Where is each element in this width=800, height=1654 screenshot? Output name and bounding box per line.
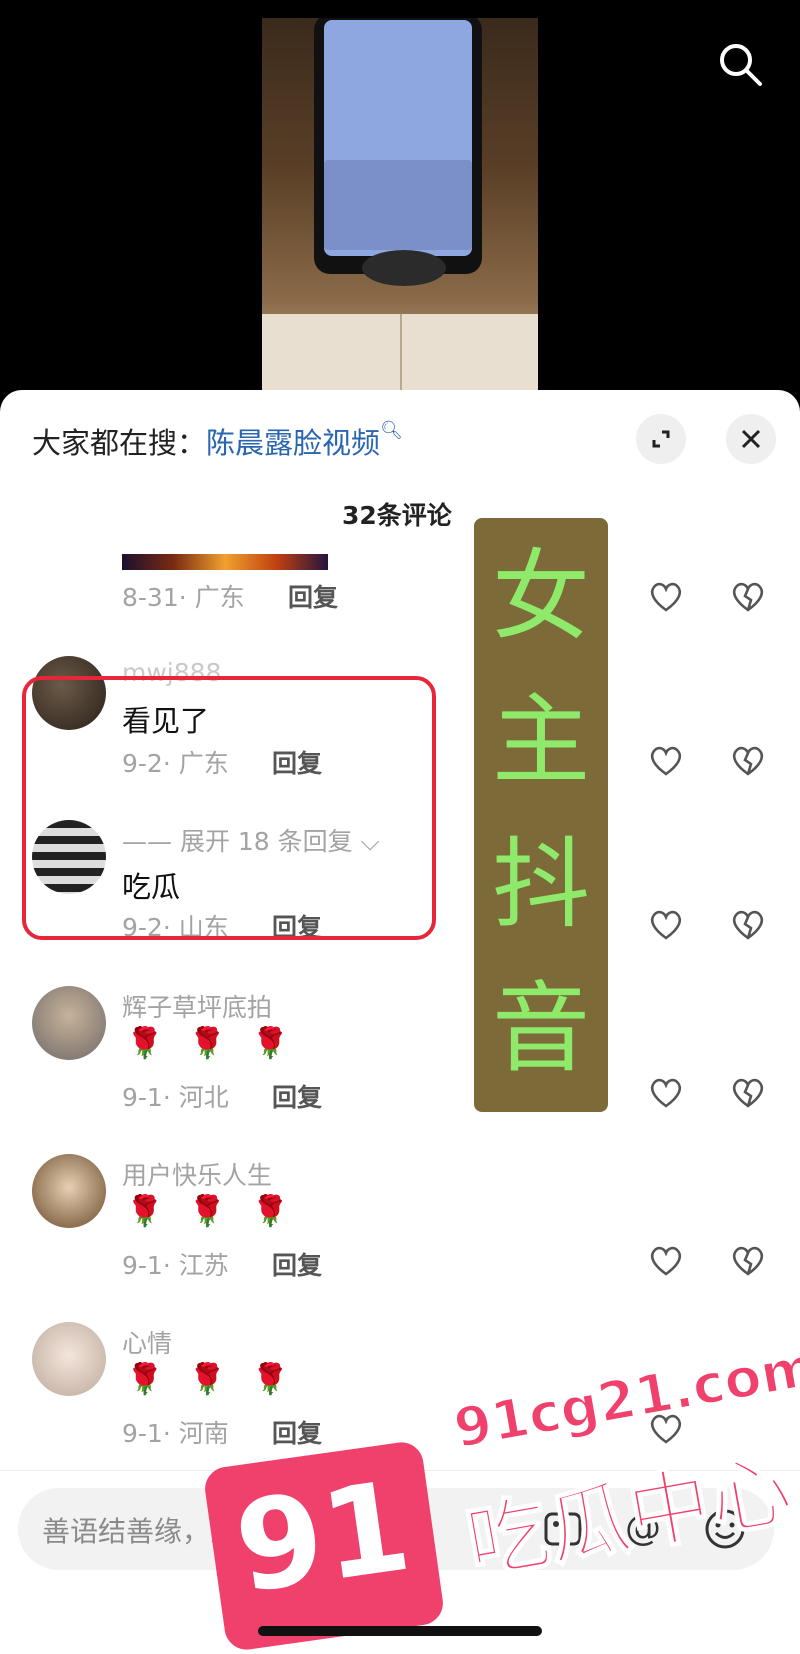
comment-username[interactable]: 心情: [122, 1324, 172, 1360]
comment-image[interactable]: [122, 554, 328, 570]
avatar[interactable]: [32, 986, 106, 1060]
avatar[interactable]: [32, 1154, 106, 1228]
hot-search-prefix: 大家都在搜：: [32, 426, 207, 460]
expand-button[interactable]: [636, 414, 686, 464]
dislike-icon[interactable]: [728, 1072, 768, 1112]
reply-button[interactable]: 回复: [288, 578, 338, 614]
expand-icon: [652, 430, 670, 448]
video-frame: [262, 18, 538, 394]
comment-meta: 9-1· 河南: [122, 1419, 229, 1448]
comment-username[interactable]: 用户快乐人生: [122, 1156, 272, 1192]
banner-char: 音: [491, 972, 590, 1086]
like-icon[interactable]: [646, 1240, 686, 1280]
reply-button[interactable]: 回复: [272, 1078, 322, 1114]
home-indicator: [258, 1626, 542, 1636]
banner-char: 主: [491, 684, 590, 798]
reply-button[interactable]: 回复: [272, 1246, 322, 1282]
watermark-logo: 91: [202, 1439, 446, 1653]
video-preview[interactable]: [0, 0, 800, 400]
dislike-icon[interactable]: [728, 576, 768, 616]
like-icon[interactable]: [646, 1072, 686, 1112]
close-button[interactable]: [726, 414, 776, 464]
comment-text: 🌹 🌹 🌹: [126, 1362, 298, 1397]
small-search-icon: 🔍︎: [380, 420, 403, 441]
comment-meta: 9-1· 河北: [122, 1083, 229, 1112]
comment-meta: 8-31· 广东: [122, 583, 245, 612]
like-icon[interactable]: [646, 904, 686, 944]
comments-count: 32条评论: [342, 501, 452, 530]
search-icon[interactable]: [716, 40, 764, 88]
like-icon[interactable]: [646, 576, 686, 616]
hot-search-keyword[interactable]: 陈晨露脸视频: [206, 426, 380, 460]
hot-search[interactable]: 大家都在搜：陈晨露脸视频🔍︎: [32, 420, 403, 462]
phone-image: [314, 18, 482, 274]
comment-text: 🌹 🌹 🌹: [126, 1194, 298, 1229]
highlight-box: [22, 676, 436, 940]
comment-text: 🌹 🌹 🌹: [126, 1026, 298, 1061]
reply-button[interactable]: 回复: [272, 1414, 322, 1450]
dislike-icon[interactable]: [728, 904, 768, 944]
like-icon[interactable]: [646, 740, 686, 780]
dislike-icon[interactable]: [728, 1240, 768, 1280]
avatar[interactable]: [32, 1322, 106, 1396]
comment-username[interactable]: 辉子草坪底拍: [122, 988, 272, 1024]
banner-char: 女: [491, 540, 590, 654]
banner-char: 抖: [491, 828, 590, 942]
comment-meta: 9-1· 江苏: [122, 1251, 229, 1280]
dislike-icon[interactable]: [728, 740, 768, 780]
close-icon: [741, 429, 761, 449]
side-banner: 女 主 抖 音: [474, 518, 608, 1112]
